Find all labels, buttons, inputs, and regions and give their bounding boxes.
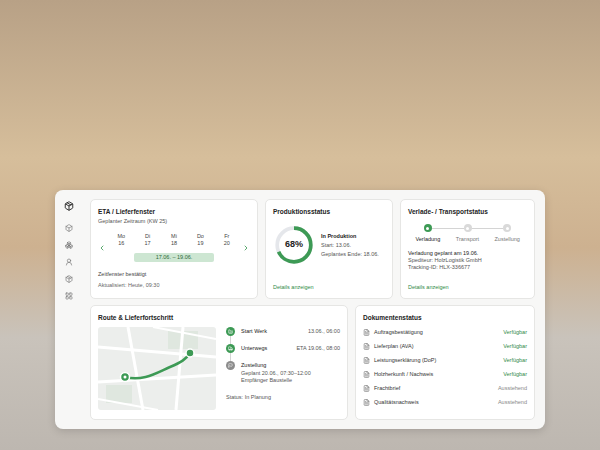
document-row[interactable]: Leistungserklärung (DoP) Verfügbar: [363, 353, 527, 367]
stop-time: ETA 19.06., 08:00: [296, 344, 340, 353]
stop-icon: [228, 363, 233, 368]
step-marker: [424, 224, 432, 232]
step: Verladung: [408, 224, 448, 243]
document-icon: [363, 357, 370, 364]
document-status: Verfügbar: [503, 356, 527, 364]
calendar: Mo16Di17Mi18Do19Fr2017.06. – 19.06.: [98, 233, 250, 262]
step-label: Zustellung: [494, 235, 519, 243]
document-name: Auftragsbestätigung: [374, 328, 423, 336]
calendar-day[interactable]: Do19: [187, 233, 213, 247]
document-icon: [363, 343, 370, 350]
production-start: Start: 13.06.: [321, 242, 379, 249]
next-arrow-icon[interactable]: [242, 244, 250, 252]
card-title: Dokumentenstatus: [363, 313, 527, 322]
stop-icon: [228, 329, 233, 334]
stop-marker: [226, 327, 235, 336]
production-card: Produktionsstatus 68% In Produktion Start: …: [265, 199, 393, 299]
route-timeline: Start Werk 13.06., 06:00 Unterwegs ETA 19.0…: [226, 327, 340, 410]
document-name: Leistungserklärung (DoP): [374, 356, 436, 364]
dashboard: ETA / LieferfensterGeplanter Zeitraum (K…: [55, 190, 545, 429]
route-map-icon[interactable]: [98, 327, 216, 410]
details-link[interactable]: Details anzeigen: [273, 283, 385, 291]
sidebar-nav-icon[interactable]: [65, 292, 73, 300]
transport-info: Spediteur: HolzLogistik GmbH: [408, 257, 527, 264]
card-title: ETA / Lieferfenster: [98, 207, 250, 216]
route-stop: ZustellungGeplant 20.06., 07:30–12:00Emp…: [226, 361, 340, 389]
document-name: Lieferplan (AVA): [374, 342, 414, 350]
stop-label: Unterwegs: [241, 344, 267, 353]
transport-card: Verlade- / Transportstatus Verladung Trans…: [400, 199, 535, 299]
transport-info: Tracking-ID: HLX-336677: [408, 264, 527, 271]
main-content: ETA / LieferfensterGeplanter Zeitraum (K…: [82, 190, 545, 429]
calendar-day[interactable]: Di17: [134, 233, 160, 247]
step: Transport: [448, 224, 488, 243]
documents-card: Dokumentenstatus Auftragsbestätigung Verfü…: [355, 305, 535, 420]
production-end: Geplantes Ende: 18.06.: [321, 251, 379, 258]
document-status: Ausstehend: [498, 398, 527, 406]
calendar-day[interactable]: Mi18: [161, 233, 187, 247]
stop-icon: [228, 346, 233, 351]
prev-arrow-icon[interactable]: [98, 244, 106, 252]
sidebar-nav-icon[interactable]: [65, 224, 73, 232]
document-row[interactable]: Qualitätsnachweis Ausstehend: [363, 395, 527, 409]
route-stop: Start Werk 13.06., 06:00: [226, 327, 340, 344]
details-link[interactable]: Details anzeigen: [408, 283, 527, 291]
document-status: Verfügbar: [503, 328, 527, 336]
document-name: Frachtbrief: [374, 384, 400, 392]
document-icon: [363, 329, 370, 336]
document-status: Verfügbar: [503, 342, 527, 350]
bottom-row: Route & Lieferfortschritt Start Werk 13.06…: [90, 305, 535, 420]
calendar-day[interactable]: Mo16: [108, 233, 134, 247]
card-title: Produktionsstatus: [273, 207, 385, 216]
document-name: Qualitätsnachweis: [374, 398, 419, 406]
document-row[interactable]: Lieferplan (AVA) Verfügbar: [363, 339, 527, 353]
stop-label: Zustellung: [241, 361, 266, 370]
eta-subtitle: Geplanter Zeitraum (KW 25): [98, 217, 250, 225]
document-row[interactable]: Holzherkunft / Nachweis Verfügbar: [363, 367, 527, 381]
document-icon: [363, 371, 370, 378]
document-status: Verfügbar: [503, 370, 527, 378]
warehouse-photo: ETA / LieferfensterGeplanter Zeitraum (K…: [0, 0, 600, 450]
delivery-window-bar: 17.06. – 19.06.: [134, 253, 213, 262]
progress-percent: 68%: [273, 224, 315, 266]
sidebar-nav-icon[interactable]: [65, 258, 73, 266]
route-card: Route & Lieferfortschritt Start Werk 13.06…: [90, 305, 348, 420]
top-row: ETA / LieferfensterGeplanter Zeitraum (K…: [90, 199, 535, 299]
card-title: Verlade- / Transportstatus: [408, 207, 527, 216]
stop-label: Start Werk: [241, 327, 267, 336]
document-icon: [363, 385, 370, 392]
eta-card: ETA / LieferfensterGeplanter Zeitraum (K…: [90, 199, 258, 299]
stop-marker: [226, 361, 235, 370]
card-title: Route & Lieferfortschritt: [98, 313, 340, 322]
progress-donut: 68%: [273, 224, 315, 266]
step-label: Verladung: [415, 235, 440, 243]
document-name: Holzherkunft / Nachweis: [374, 370, 433, 378]
sidebar: [55, 190, 82, 429]
sidebar-nav-icon[interactable]: [65, 241, 73, 249]
stop-detail: Empfänger Baustelle: [241, 377, 340, 384]
stop-marker: [226, 344, 235, 353]
route-status: Status: In Planung: [226, 393, 340, 401]
step-marker: [464, 224, 472, 232]
window-confirmed: Zeitfenster bestätigt: [98, 270, 250, 278]
transport-info: Verladung geplant am 19.06.: [408, 250, 527, 257]
document-icon: [363, 399, 370, 406]
logo-cube-icon[interactable]: [64, 201, 74, 211]
calendar-grid: Mo16Di17Mi18Do19Fr2017.06. – 19.06.: [108, 233, 240, 262]
route-stop: Unterwegs ETA 19.06., 08:00: [226, 344, 340, 361]
stop-detail: Geplant 20.06., 07:30–12:00: [241, 370, 340, 377]
production-status: In Produktion: [321, 232, 379, 240]
step: Zustellung: [487, 224, 527, 243]
calendar-day[interactable]: Fr20: [214, 233, 240, 247]
document-row[interactable]: Auftragsbestätigung Verfügbar: [363, 325, 527, 339]
document-row[interactable]: Frachtbrief Ausstehend: [363, 381, 527, 395]
stop-time: 13.06., 06:00: [308, 327, 340, 336]
document-list: AuftragsbestätigungVerfügbarLieferplan (…: [363, 325, 527, 409]
step-label: Transport: [456, 235, 479, 243]
document-status: Ausstehend: [498, 384, 527, 392]
sidebar-nav-icon[interactable]: [65, 275, 73, 283]
stepper: Verladung Transport Zustellung: [408, 224, 527, 243]
updated-time: Aktualisiert: Heute, 09:30: [98, 281, 250, 289]
step-marker: [503, 224, 511, 232]
